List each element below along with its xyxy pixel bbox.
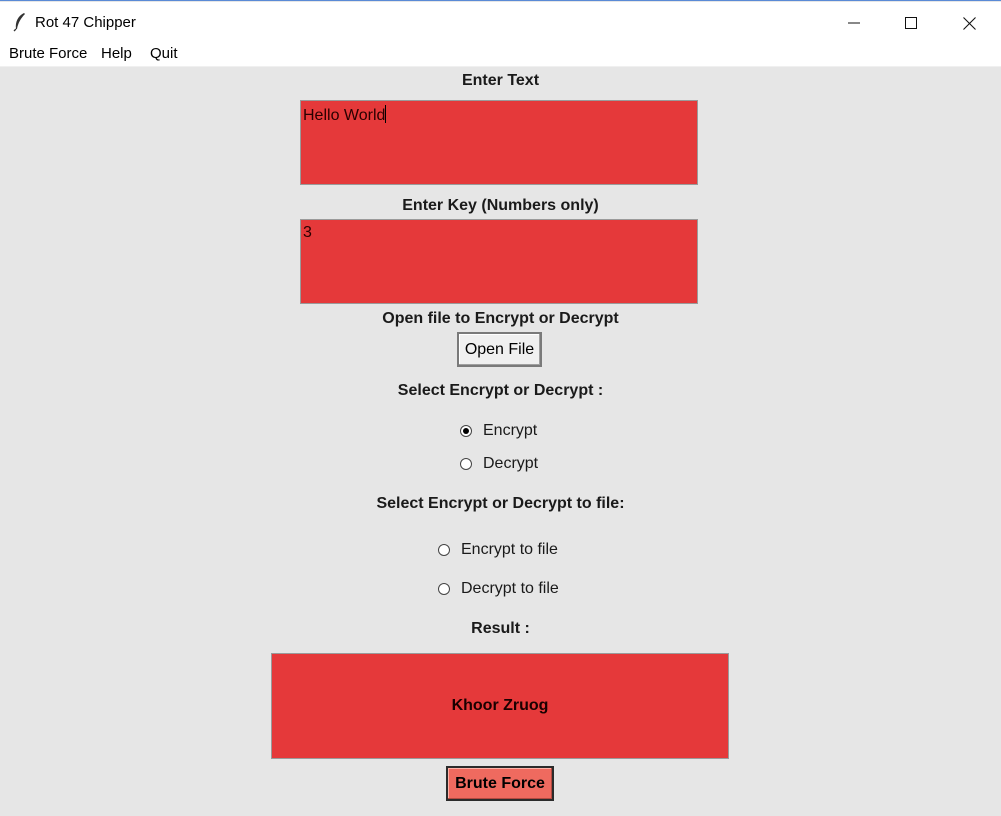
- radio-encrypt-to-file-indicator[interactable]: [438, 544, 450, 556]
- radio-encrypt-to-file-label: Encrypt to file: [461, 541, 558, 558]
- feather-icon: [13, 13, 25, 32]
- radio-decrypt-to-file-indicator[interactable]: [438, 583, 450, 595]
- menu-help[interactable]: Help: [101, 45, 132, 62]
- radio-decrypt[interactable]: Decrypt: [460, 455, 538, 473]
- radio-encrypt-label: Encrypt: [483, 422, 538, 439]
- open-file-button[interactable]: Open File: [457, 332, 542, 367]
- menu-brute-force[interactable]: Brute Force: [9, 45, 87, 62]
- open-file-label: Open file to Encrypt or Decrypt: [382, 310, 619, 327]
- menu-quit[interactable]: Quit: [150, 45, 178, 62]
- enter-key-label: Enter Key (Numbers only): [402, 197, 599, 214]
- title-bar[interactable]: Rot 47 Chipper: [0, 2, 1001, 42]
- close-icon: [962, 16, 976, 30]
- key-input-value: 3: [303, 224, 312, 241]
- result-value: Khoor Zruog: [451, 697, 549, 714]
- mode-label: Select Encrypt or Decrypt :: [397, 382, 604, 399]
- text-caret: [385, 105, 387, 123]
- result-label: Result :: [471, 620, 530, 637]
- radio-selected-dot: [463, 428, 469, 434]
- maximize-button[interactable]: [882, 3, 940, 43]
- radio-decrypt-indicator[interactable]: [460, 458, 472, 470]
- text-input-value: Hello World: [303, 105, 387, 124]
- radio-encrypt-indicator[interactable]: [460, 425, 472, 437]
- enter-text-label: Enter Text: [461, 72, 540, 89]
- radio-encrypt[interactable]: Encrypt: [460, 422, 537, 440]
- menu-bar: Brute Force Help Quit: [0, 42, 1001, 67]
- maximize-icon: [905, 17, 917, 29]
- close-button[interactable]: [940, 3, 998, 43]
- app-window: Rot 47 Chipper Brute Force Help Quit Ent…: [0, 0, 1001, 816]
- window-title: Rot 47 Chipper: [35, 14, 136, 31]
- minimize-button[interactable]: [825, 3, 883, 43]
- brute-force-button[interactable]: Brute Force: [446, 766, 554, 801]
- result-box: Khoor Zruog: [271, 653, 729, 759]
- key-input[interactable]: 3: [300, 219, 698, 304]
- minimize-icon: [848, 22, 860, 24]
- radio-decrypt-to-file-label: Decrypt to file: [461, 580, 559, 597]
- radio-encrypt-to-file[interactable]: Encrypt to file: [438, 541, 558, 559]
- radio-decrypt-label: Decrypt: [483, 455, 539, 472]
- radio-decrypt-to-file[interactable]: Decrypt to file: [438, 580, 559, 598]
- text-input[interactable]: Hello World: [300, 100, 698, 185]
- file-mode-label: Select Encrypt or Decrypt to file:: [376, 495, 625, 512]
